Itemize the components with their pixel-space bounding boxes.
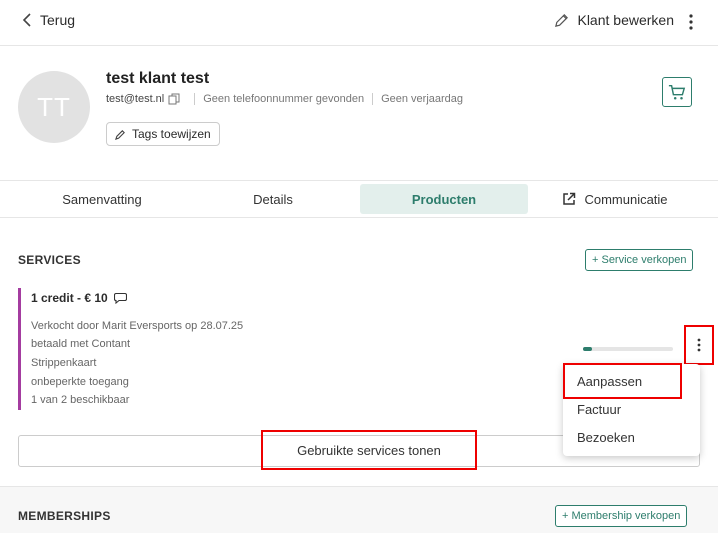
external-link-icon	[563, 192, 576, 205]
back-button[interactable]: Terug	[22, 12, 75, 28]
assign-tags-label: Tags toewijzen	[132, 127, 211, 141]
show-used-services-button[interactable]: Gebruikte services tonen	[261, 430, 477, 470]
comment-icon[interactable]	[113, 292, 127, 304]
meta-divider	[372, 93, 374, 105]
menu-item-visits[interactable]: Bezoeken	[563, 423, 700, 451]
top-bar: Terug Klant bewerken	[0, 0, 718, 46]
copy-icon[interactable]	[168, 93, 180, 105]
sell-service-button[interactable]: + Service verkopen	[585, 249, 694, 271]
memberships-title: MEMBERSHIPS	[18, 509, 111, 523]
back-label: Terug	[40, 12, 76, 28]
service-title: 1 credit - € 10	[31, 291, 127, 305]
tab-details[interactable]: Details	[189, 184, 357, 214]
tab-bar: Samenvatting Details Producten Communica…	[0, 180, 718, 218]
customer-email: test@test.nl	[106, 93, 165, 105]
service-detail-line: onbeperkte toegang	[31, 376, 129, 388]
tab-products[interactable]: Producten	[360, 184, 528, 214]
service-usage-bar	[583, 347, 673, 351]
tab-communication-label: Communicatie	[584, 191, 668, 207]
menu-item-edit[interactable]: Aanpassen	[563, 367, 700, 395]
customer-meta: test@test.nl Geen telefoonnummer gevonde…	[106, 93, 463, 105]
customer-birthday: Geen verjaardag	[381, 93, 464, 105]
cart-button[interactable]	[662, 77, 692, 107]
service-title-label: 1 credit - € 10	[31, 291, 108, 305]
services-title: SERVICES	[18, 253, 81, 267]
customer-name: test klant test	[106, 70, 210, 87]
tab-communication[interactable]: Communicatie	[531, 184, 699, 214]
pencil-icon	[555, 13, 569, 27]
service-context-menu: Aanpassen Factuur Bezoeken	[563, 364, 700, 456]
avatar: TT	[18, 71, 90, 143]
pencil-icon	[115, 129, 125, 140]
menu-item-invoice[interactable]: Factuur	[563, 395, 700, 423]
shopping-cart-icon	[668, 84, 686, 100]
edit-customer-label: Klant bewerken	[577, 12, 674, 28]
service-more-button[interactable]	[684, 325, 714, 365]
edit-customer-button[interactable]: Klant bewerken	[554, 12, 674, 28]
customer-phone: Geen telefoonnummer gevonden	[203, 93, 365, 105]
more-vertical-icon	[697, 338, 701, 352]
service-detail-line: Verkocht door Marit Eversports op 28.07.…	[31, 320, 244, 332]
more-vertical-icon[interactable]	[686, 13, 696, 31]
service-detail-line: Strippenkaart	[31, 357, 97, 369]
sell-membership-button[interactable]: + Membership verkopen	[555, 505, 688, 527]
service-detail-line: 1 van 2 beschikbaar	[31, 394, 130, 406]
chevron-left-icon	[22, 13, 31, 27]
meta-divider	[194, 93, 196, 105]
service-accent-bar	[18, 288, 21, 410]
assign-tags-button[interactable]: Tags toewijzen	[106, 122, 220, 146]
service-detail-line: betaald met Contant	[31, 338, 131, 350]
tab-summary[interactable]: Samenvatting	[18, 184, 186, 214]
customer-profile: TT test klant test test@test.nl Geen tel…	[0, 46, 718, 180]
service-usage-fill	[583, 347, 592, 351]
